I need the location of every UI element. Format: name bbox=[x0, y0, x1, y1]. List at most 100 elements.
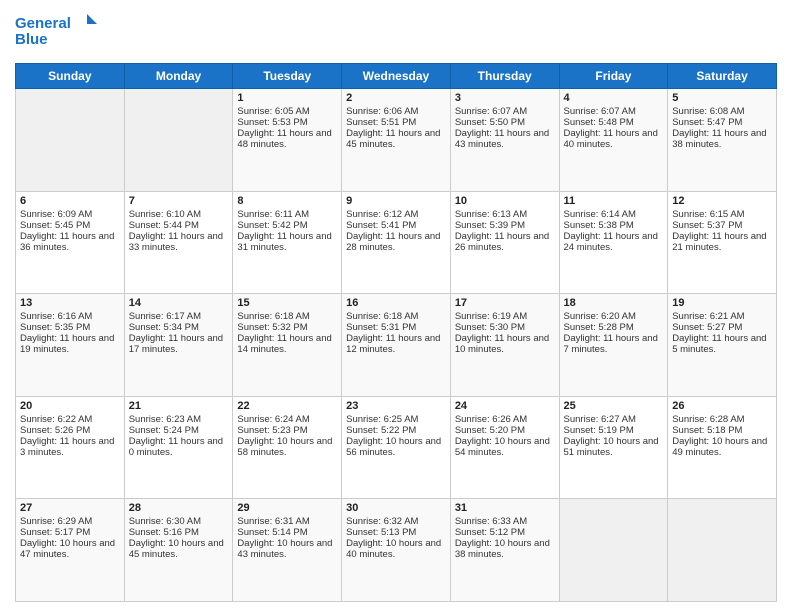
sunrise-text: Sunrise: 6:21 AM bbox=[672, 311, 772, 322]
daylight-text: Daylight: 11 hours and 38 minutes. bbox=[672, 128, 772, 150]
calendar-week-row: 13Sunrise: 6:16 AMSunset: 5:35 PMDayligh… bbox=[16, 294, 777, 397]
sunset-text: Sunset: 5:37 PM bbox=[672, 220, 772, 231]
day-number: 15 bbox=[237, 297, 337, 309]
sunrise-text: Sunrise: 6:07 AM bbox=[455, 106, 555, 117]
sunrise-text: Sunrise: 6:32 AM bbox=[346, 516, 446, 527]
sunset-text: Sunset: 5:44 PM bbox=[129, 220, 229, 231]
weekday-header: Friday bbox=[559, 64, 668, 89]
sunrise-text: Sunrise: 6:27 AM bbox=[564, 414, 664, 425]
calendar-cell: 19Sunrise: 6:21 AMSunset: 5:27 PMDayligh… bbox=[668, 294, 777, 397]
calendar-cell: 26Sunrise: 6:28 AMSunset: 5:18 PMDayligh… bbox=[668, 396, 777, 499]
sunset-text: Sunset: 5:34 PM bbox=[129, 322, 229, 333]
sunset-text: Sunset: 5:24 PM bbox=[129, 425, 229, 436]
calendar-cell: 14Sunrise: 6:17 AMSunset: 5:34 PMDayligh… bbox=[124, 294, 233, 397]
calendar-cell: 9Sunrise: 6:12 AMSunset: 5:41 PMDaylight… bbox=[342, 191, 451, 294]
calendar-cell: 12Sunrise: 6:15 AMSunset: 5:37 PMDayligh… bbox=[668, 191, 777, 294]
sunrise-text: Sunrise: 6:24 AM bbox=[237, 414, 337, 425]
day-number: 1 bbox=[237, 92, 337, 104]
calendar-week-row: 6Sunrise: 6:09 AMSunset: 5:45 PMDaylight… bbox=[16, 191, 777, 294]
calendar-cell: 18Sunrise: 6:20 AMSunset: 5:28 PMDayligh… bbox=[559, 294, 668, 397]
calendar-cell: 3Sunrise: 6:07 AMSunset: 5:50 PMDaylight… bbox=[450, 89, 559, 192]
calendar-cell: 31Sunrise: 6:33 AMSunset: 5:12 PMDayligh… bbox=[450, 499, 559, 602]
sunrise-text: Sunrise: 6:19 AM bbox=[455, 311, 555, 322]
sunset-text: Sunset: 5:41 PM bbox=[346, 220, 446, 231]
calendar-week-row: 20Sunrise: 6:22 AMSunset: 5:26 PMDayligh… bbox=[16, 396, 777, 499]
header: General Blue bbox=[15, 10, 777, 55]
calendar-cell: 28Sunrise: 6:30 AMSunset: 5:16 PMDayligh… bbox=[124, 499, 233, 602]
sunset-text: Sunset: 5:14 PM bbox=[237, 527, 337, 538]
weekday-header: Tuesday bbox=[233, 64, 342, 89]
daylight-text: Daylight: 11 hours and 45 minutes. bbox=[346, 128, 446, 150]
weekday-header: Monday bbox=[124, 64, 233, 89]
sunset-text: Sunset: 5:47 PM bbox=[672, 117, 772, 128]
sunset-text: Sunset: 5:50 PM bbox=[455, 117, 555, 128]
day-number: 8 bbox=[237, 195, 337, 207]
calendar-cell: 7Sunrise: 6:10 AMSunset: 5:44 PMDaylight… bbox=[124, 191, 233, 294]
day-number: 12 bbox=[672, 195, 772, 207]
sunrise-text: Sunrise: 6:33 AM bbox=[455, 516, 555, 527]
calendar-cell: 2Sunrise: 6:06 AMSunset: 5:51 PMDaylight… bbox=[342, 89, 451, 192]
calendar-cell: 22Sunrise: 6:24 AMSunset: 5:23 PMDayligh… bbox=[233, 396, 342, 499]
sunrise-text: Sunrise: 6:10 AM bbox=[129, 209, 229, 220]
sunrise-text: Sunrise: 6:28 AM bbox=[672, 414, 772, 425]
sunset-text: Sunset: 5:35 PM bbox=[20, 322, 120, 333]
svg-text:General: General bbox=[15, 15, 71, 32]
calendar-cell bbox=[559, 499, 668, 602]
sunset-text: Sunset: 5:42 PM bbox=[237, 220, 337, 231]
daylight-text: Daylight: 11 hours and 19 minutes. bbox=[20, 333, 120, 355]
sunrise-text: Sunrise: 6:26 AM bbox=[455, 414, 555, 425]
sunset-text: Sunset: 5:30 PM bbox=[455, 322, 555, 333]
daylight-text: Daylight: 11 hours and 10 minutes. bbox=[455, 333, 555, 355]
sunset-text: Sunset: 5:28 PM bbox=[564, 322, 664, 333]
sunrise-text: Sunrise: 6:30 AM bbox=[129, 516, 229, 527]
daylight-text: Daylight: 11 hours and 40 minutes. bbox=[564, 128, 664, 150]
daylight-text: Daylight: 10 hours and 54 minutes. bbox=[455, 436, 555, 458]
sunrise-text: Sunrise: 6:18 AM bbox=[346, 311, 446, 322]
day-number: 14 bbox=[129, 297, 229, 309]
daylight-text: Daylight: 11 hours and 36 minutes. bbox=[20, 231, 120, 253]
daylight-text: Daylight: 10 hours and 40 minutes. bbox=[346, 538, 446, 560]
calendar-cell: 30Sunrise: 6:32 AMSunset: 5:13 PMDayligh… bbox=[342, 499, 451, 602]
calendar-cell: 23Sunrise: 6:25 AMSunset: 5:22 PMDayligh… bbox=[342, 396, 451, 499]
calendar-cell: 10 Sunrise: 6:13 AMSunset: 5:39 PMDayligh… bbox=[450, 191, 559, 294]
calendar-cell: 24Sunrise: 6:26 AMSunset: 5:20 PMDayligh… bbox=[450, 396, 559, 499]
daylight-text: Daylight: 11 hours and 14 minutes. bbox=[237, 333, 337, 355]
day-number: 28 bbox=[129, 502, 229, 514]
sunset-text: Sunset: 5:31 PM bbox=[346, 322, 446, 333]
sunset-text: Sunset: 5:39 PM bbox=[455, 220, 555, 231]
calendar-cell: 29Sunrise: 6:31 AMSunset: 5:14 PMDayligh… bbox=[233, 499, 342, 602]
daylight-text: Daylight: 11 hours and 24 minutes. bbox=[564, 231, 664, 253]
sunset-text: Sunset: 5:13 PM bbox=[346, 527, 446, 538]
calendar-week-row: 27Sunrise: 6:29 AMSunset: 5:17 PMDayligh… bbox=[16, 499, 777, 602]
sunset-text: Sunset: 5:12 PM bbox=[455, 527, 555, 538]
sunrise-text: Sunrise: 6:12 AM bbox=[346, 209, 446, 220]
sunset-text: Sunset: 5:45 PM bbox=[20, 220, 120, 231]
day-number: 31 bbox=[455, 502, 555, 514]
daylight-text: Daylight: 10 hours and 43 minutes. bbox=[237, 538, 337, 560]
calendar-cell: 13Sunrise: 6:16 AMSunset: 5:35 PMDayligh… bbox=[16, 294, 125, 397]
weekday-header: Wednesday bbox=[342, 64, 451, 89]
day-number: 26 bbox=[672, 400, 772, 412]
calendar-cell: 1Sunrise: 6:05 AMSunset: 5:53 PMDaylight… bbox=[233, 89, 342, 192]
logo: General Blue bbox=[15, 10, 105, 55]
sunset-text: Sunset: 5:23 PM bbox=[237, 425, 337, 436]
daylight-text: Daylight: 11 hours and 5 minutes. bbox=[672, 333, 772, 355]
day-number: 18 bbox=[564, 297, 664, 309]
sunrise-text: Sunrise: 6:07 AM bbox=[564, 106, 664, 117]
sunrise-text: Sunrise: 6:16 AM bbox=[20, 311, 120, 322]
day-number: 19 bbox=[672, 297, 772, 309]
calendar-cell: 11Sunrise: 6:14 AMSunset: 5:38 PMDayligh… bbox=[559, 191, 668, 294]
daylight-text: Daylight: 10 hours and 56 minutes. bbox=[346, 436, 446, 458]
sunrise-text: Sunrise: 6:13 AM bbox=[455, 209, 555, 220]
sunset-text: Sunset: 5:32 PM bbox=[237, 322, 337, 333]
calendar-cell: 21Sunrise: 6:23 AMSunset: 5:24 PMDayligh… bbox=[124, 396, 233, 499]
day-number: 10 bbox=[455, 195, 555, 207]
sunset-text: Sunset: 5:48 PM bbox=[564, 117, 664, 128]
sunset-text: Sunset: 5:19 PM bbox=[564, 425, 664, 436]
daylight-text: Daylight: 11 hours and 26 minutes. bbox=[455, 231, 555, 253]
daylight-text: Daylight: 11 hours and 12 minutes. bbox=[346, 333, 446, 355]
sunset-text: Sunset: 5:38 PM bbox=[564, 220, 664, 231]
calendar-table: SundayMondayTuesdayWednesdayThursdayFrid… bbox=[15, 63, 777, 602]
day-number: 29 bbox=[237, 502, 337, 514]
calendar-cell: 17Sunrise: 6:19 AMSunset: 5:30 PMDayligh… bbox=[450, 294, 559, 397]
